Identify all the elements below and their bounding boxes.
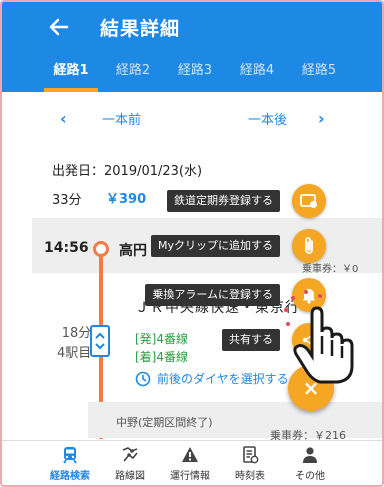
nav-route-map[interactable]: 路線図	[100, 441, 160, 485]
tab-route-2[interactable]: 経路2	[102, 52, 164, 92]
tab-route-4[interactable]: 経路4	[226, 52, 288, 92]
expand-icon	[95, 332, 105, 350]
nav-route-map-label: 路線図	[115, 471, 145, 482]
myclip-label[interactable]: Myクリップに追加する	[151, 235, 280, 257]
clock-icon	[135, 371, 151, 386]
tab-route-5[interactable]: 経路5	[288, 52, 350, 92]
nav-service-info[interactable]: 運行情報	[160, 441, 220, 485]
commuter-pass-icon	[300, 194, 317, 208]
departure-date: 出発日：2019/01/23(水)	[52, 164, 203, 179]
paperclip-icon	[305, 237, 313, 254]
ride-info: 18分 4駅目	[57, 324, 91, 364]
prev-train-button[interactable]: 一本前	[102, 109, 141, 128]
tab-route-1[interactable]: 経路1	[40, 52, 102, 92]
platform-arrive: [着]4番線	[135, 350, 188, 364]
next-stop-name: 中野(定期区間終了)	[116, 416, 213, 429]
chevron-right-icon[interactable]: ›	[318, 109, 325, 128]
person-icon	[303, 447, 317, 463]
total-duration: 33分	[52, 193, 82, 208]
nav-timetable[interactable]: 時刻表	[220, 441, 280, 485]
train-pager: ‹ 一本前 一本後 ›	[2, 102, 382, 134]
nav-other[interactable]: その他	[280, 441, 340, 485]
tap-hand-icon	[284, 290, 354, 384]
commuter-pass-button[interactable]	[292, 184, 326, 218]
route-map-icon	[122, 447, 138, 462]
arrow-left-icon	[49, 18, 69, 36]
nav-service-info-label: 運行情報	[170, 471, 210, 482]
platform-depart: [発]4番線	[135, 332, 188, 346]
nav-other-label: その他	[295, 471, 325, 482]
ride-stops: 4駅目	[57, 346, 92, 361]
nav-timetable-label: 時刻表	[235, 471, 265, 482]
commuter-pass-label[interactable]: 鉄道定期券登録する	[167, 190, 280, 212]
station-dot	[93, 241, 109, 257]
app-frame: 結果詳細 経路1 経路2 経路3 経路4 経路5 ‹ 一本前 一本後 › 出発日…	[0, 0, 384, 487]
ride-minutes: 18分	[61, 326, 92, 341]
route-tabs: 経路1 経路2 経路3 経路4 経路5	[2, 52, 382, 92]
expand-stops-button[interactable]	[90, 325, 110, 357]
train-icon	[63, 447, 77, 464]
back-button[interactable]	[46, 14, 72, 40]
depart-time: 14:56	[44, 240, 89, 256]
nav-route-search-label: 経路検索	[50, 471, 90, 482]
share-label[interactable]: 共有する	[222, 329, 280, 351]
tab-route-3[interactable]: 経路3	[164, 52, 226, 92]
nav-route-search[interactable]: 経路検索	[40, 441, 100, 485]
warning-icon	[182, 447, 198, 462]
total-fare: ￥390	[106, 192, 147, 207]
depart-station[interactable]: 高円	[119, 240, 147, 260]
select-dia-link[interactable]: 前後のダイヤを選択する	[135, 370, 289, 387]
chevron-left-icon[interactable]: ‹	[60, 109, 67, 128]
myclip-button[interactable]	[292, 229, 326, 263]
app-bar: 結果詳細	[2, 2, 382, 52]
bottom-navigation: 経路検索 路線図 運行情報 時刻表 その他	[2, 440, 382, 485]
timetable-icon	[243, 446, 259, 464]
select-dia-label: 前後のダイヤを選択する	[157, 372, 289, 386]
next-train-button[interactable]: 一本後	[248, 109, 287, 128]
page-title: 結果詳細	[100, 17, 181, 40]
alarm-label[interactable]: 乗換アラームに登録する	[145, 284, 280, 306]
